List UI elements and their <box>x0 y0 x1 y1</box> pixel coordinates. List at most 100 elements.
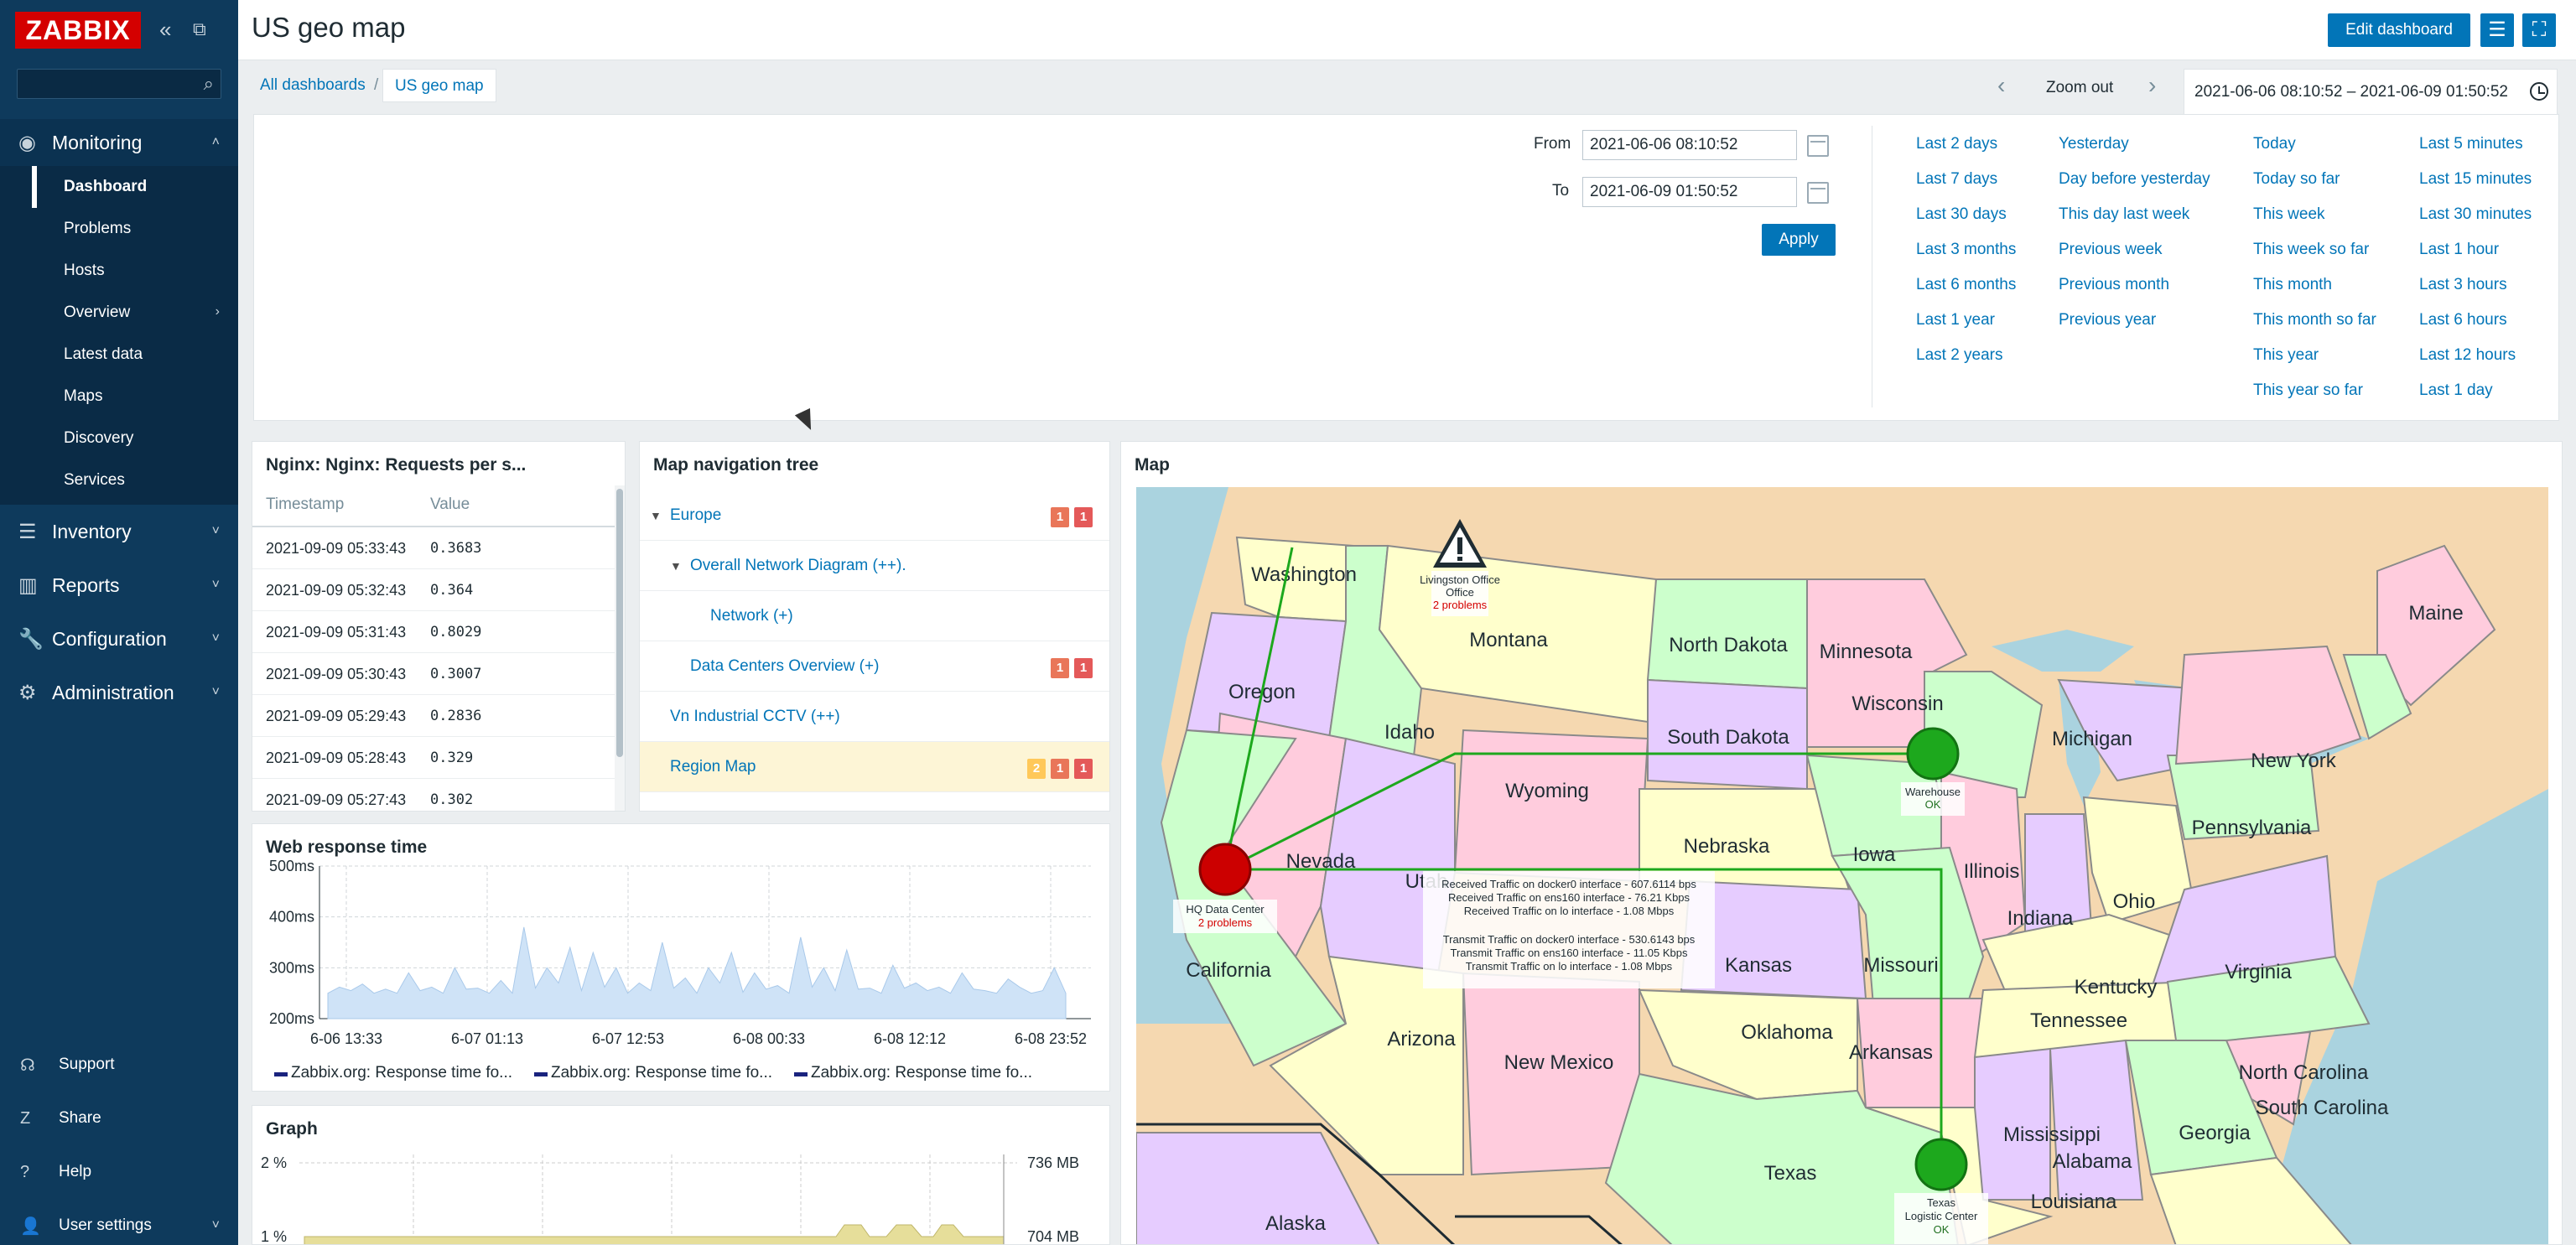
time-period-tab[interactable]: 2021-06-06 08:10:52 – 2021-06-09 01:50:5… <box>2184 69 2558 114</box>
widget-title[interactable]: Map <box>1135 455 1170 475</box>
tree-item-label[interactable]: Europe <box>670 490 721 541</box>
to-label: To <box>1552 182 1570 200</box>
tree-item-europe[interactable]: ▼ Europe 1 1 <box>640 490 1109 541</box>
tree-item-label[interactable]: Overall Network Diagram (++). <box>690 541 906 591</box>
nav-support[interactable]: ☊ Support <box>0 1040 238 1090</box>
tree-item-label[interactable]: Region Map <box>670 742 756 792</box>
nav-help[interactable]: ? Help <box>0 1147 238 1197</box>
tree-item-label[interactable]: Vn Industrial CCTV (++) <box>670 692 840 742</box>
nginx-widget: Nginx: Nginx: Requests per s... Timestam… <box>252 441 626 812</box>
quick-last-1-hour[interactable]: Last 1 hour <box>2419 241 2499 259</box>
quick-this-year[interactable]: This year <box>2253 346 2319 365</box>
quick-last-15-minutes[interactable]: Last 15 minutes <box>2419 170 2532 189</box>
widget-title[interactable]: Graph <box>266 1119 318 1139</box>
quick-last-30-minutes[interactable]: Last 30 minutes <box>2419 205 2532 224</box>
submenu-overview[interactable]: Overview <box>64 292 130 334</box>
submenu-latest-data[interactable]: Latest data <box>64 334 143 376</box>
host-label: Office <box>1446 586 1474 599</box>
tree-item-label[interactable]: Data Centers Overview (+) <box>690 641 879 692</box>
apply-button[interactable]: Apply <box>1762 224 1836 256</box>
quick-last-12-hours[interactable]: Last 12 hours <box>2419 346 2516 365</box>
quick-this-year-so-far[interactable]: This year so far <box>2253 381 2363 400</box>
caret-down-icon[interactable]: ▼ <box>670 541 682 591</box>
tree-item-network[interactable]: Network (+) <box>640 591 1109 641</box>
us-geo-map[interactable]: WashingtonOregonIdahoMontana North Dakota… <box>1136 487 2548 1245</box>
submenu-dashboard[interactable]: Dashboard <box>64 166 147 208</box>
quick-today[interactable]: Today <box>2253 135 2296 153</box>
row-timestamp: 2021-09-09 05:31:43 <box>266 624 407 641</box>
nav-share[interactable]: Z Share <box>0 1093 238 1144</box>
search-input[interactable]: ⌕ <box>17 69 221 99</box>
nav-reports[interactable]: ▥ Reports ˅ <box>0 562 238 609</box>
calendar-icon[interactable] <box>1807 182 1829 204</box>
graph-plot[interactable] <box>299 1154 1017 1245</box>
quick-this-day-last-week[interactable]: This day last week <box>2059 205 2189 224</box>
quick-yesterday[interactable]: Yesterday <box>2059 135 2129 153</box>
legend-swatch <box>534 1072 548 1076</box>
quick-last-2-days[interactable]: Last 2 days <box>1916 135 1997 153</box>
quick-this-month[interactable]: This month <box>2253 276 2332 294</box>
breadcrumb-all-dashboards[interactable]: All dashboards <box>260 76 366 95</box>
period-back-icon[interactable]: ‹ <box>1997 72 2005 99</box>
quick-this-week[interactable]: This week <box>2253 205 2325 224</box>
nav-monitoring[interactable]: ◉ Monitoring ˄ <box>0 119 238 166</box>
submenu-problems[interactable]: Problems <box>64 208 131 250</box>
quick-this-week-so-far[interactable]: This week so far <box>2253 241 2369 259</box>
quick-last-6-months[interactable]: Last 6 months <box>1916 276 2016 294</box>
sidebar: ZABBIX « ⧉ ⌕ ◉ Monitoring ˄ Dashboard Pr… <box>0 0 238 1245</box>
host-label: Logistic Center <box>1905 1210 1978 1222</box>
caret-down-icon[interactable]: ▼ <box>650 490 662 541</box>
row-timestamp: 2021-09-09 05:32:43 <box>266 582 407 599</box>
edit-dashboard-button[interactable]: Edit dashboard <box>2328 13 2470 47</box>
widget-title[interactable]: Web response time <box>266 838 427 858</box>
scrollbar[interactable] <box>615 485 625 811</box>
quick-last-5-minutes[interactable]: Last 5 minutes <box>2419 135 2523 153</box>
quick-last-1-year[interactable]: Last 1 year <box>1916 311 1995 329</box>
y-axis-left-bottom: 1 % <box>261 1228 288 1245</box>
period-forward-icon[interactable]: › <box>2148 72 2156 99</box>
actions-menu-icon[interactable]: ☰ <box>2480 13 2514 47</box>
calendar-icon[interactable] <box>1807 135 1829 157</box>
nav-configuration[interactable]: 🔧 Configuration ˅ <box>0 615 238 662</box>
quick-last-3-hours[interactable]: Last 3 hours <box>2419 276 2507 294</box>
tree-item-region-map[interactable]: Region Map 2 1 1 <box>640 742 1109 792</box>
to-input[interactable]: 2021-06-09 01:50:52 <box>1582 177 1797 207</box>
widget-title[interactable]: Nginx: Nginx: Requests per s... <box>266 455 526 475</box>
tree-item-overall-network[interactable]: ▼ Overall Network Diagram (++). <box>640 541 1109 591</box>
quick-last-6-hours[interactable]: Last 6 hours <box>2419 311 2507 329</box>
nav-user-settings[interactable]: 👤 User settings ˅ <box>0 1201 238 1245</box>
fullscreen-icon[interactable]: ⛶ <box>2522 13 2556 47</box>
quick-last-2-years[interactable]: Last 2 years <box>1916 346 2003 365</box>
tree-item-vn-cctv[interactable]: Vn Industrial CCTV (++) <box>640 692 1109 742</box>
quick-previous-month[interactable]: Previous month <box>2059 276 2169 294</box>
quick-last-1-day[interactable]: Last 1 day <box>2419 381 2493 400</box>
zabbix-logo[interactable]: ZABBIX <box>15 12 141 49</box>
quick-previous-year[interactable]: Previous year <box>2059 311 2156 329</box>
quick-previous-week[interactable]: Previous week <box>2059 241 2163 259</box>
widget-title[interactable]: Map navigation tree <box>653 455 818 475</box>
web-response-chart[interactable]: 500ms 400ms 300ms 200ms 6-06 13:33 6-07 01:13… <box>252 858 1110 1056</box>
submenu-maps[interactable]: Maps <box>64 376 102 418</box>
nav-inventory[interactable]: ☰ Inventory ˅ <box>0 508 238 555</box>
collapse-sidebar-icon[interactable]: « <box>159 18 171 40</box>
search-icon[interactable]: ⌕ <box>204 73 214 95</box>
tree-item-label[interactable]: Network (+) <box>710 591 793 641</box>
breadcrumb-current[interactable]: US geo map <box>382 69 496 102</box>
scrollbar-thumb[interactable] <box>616 489 623 757</box>
tree-item-data-centers[interactable]: Data Centers Overview (+) 1 1 <box>640 641 1109 692</box>
kiosk-mode-icon[interactable]: ⧉ <box>193 18 206 40</box>
from-input[interactable]: 2021-06-06 08:10:52 <box>1582 130 1797 160</box>
submenu-services[interactable]: Services <box>64 459 125 501</box>
nav-administration[interactable]: ⚙ Administration ˅ <box>0 669 238 716</box>
quick-last-7-days[interactable]: Last 7 days <box>1916 170 1997 189</box>
quick-this-month-so-far[interactable]: This month so far <box>2253 311 2376 329</box>
quick-today-so-far[interactable]: Today so far <box>2253 170 2340 189</box>
quick-day-before-yesterday[interactable]: Day before yesterday <box>2059 170 2210 189</box>
state-label: Illinois <box>1964 860 2020 883</box>
submenu-hosts[interactable]: Hosts <box>64 250 105 292</box>
submenu-discovery[interactable]: Discovery <box>64 418 133 459</box>
zoom-out-button[interactable]: Zoom out <box>2046 79 2113 97</box>
quick-last-3-months[interactable]: Last 3 months <box>1916 241 2016 259</box>
quick-last-30-days[interactable]: Last 30 days <box>1916 205 2007 224</box>
x-tick-label: 6-08 00:33 <box>733 1030 805 1047</box>
